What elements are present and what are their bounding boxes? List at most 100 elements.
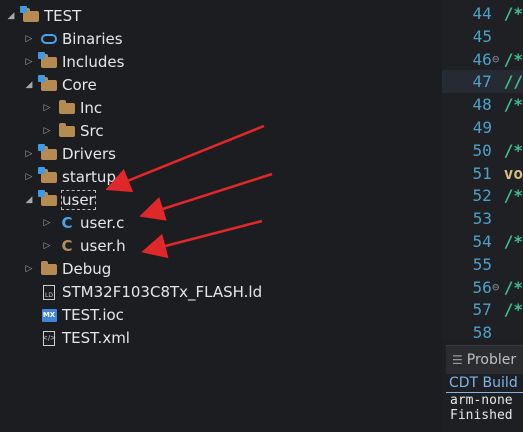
- code-text: /*: [503, 300, 523, 320]
- console-title: CDT Build: [446, 373, 523, 393]
- code-text: /*: [503, 140, 523, 160]
- chevron-right-icon[interactable]: ▷: [24, 57, 34, 67]
- line-number: 45: [472, 26, 492, 46]
- code-text: //: [503, 72, 523, 92]
- tree-item-label: Debug: [62, 260, 112, 278]
- code-text: /*: [503, 4, 523, 23]
- c-header-file-icon: C: [61, 237, 73, 255]
- tree-item-startup[interactable]: ▷ startup: [24, 166, 116, 188]
- code-text: /*: [503, 277, 523, 297]
- chevron-right-icon[interactable]: ▷: [24, 264, 34, 274]
- console-line: Finished: [450, 408, 513, 423]
- chevron-right-icon[interactable]: ▷: [42, 218, 52, 228]
- line-number: 58: [472, 323, 492, 343]
- source-folder-icon: [38, 74, 58, 92]
- code-text: /*: [503, 186, 523, 206]
- tree-item-test[interactable]: ◢ TEST: [6, 5, 81, 27]
- tree-item-label: STM32F103C8Tx_FLASH.ld: [62, 283, 263, 301]
- source-folder-icon: [38, 189, 58, 207]
- chevron-down-icon[interactable]: ◢: [24, 195, 34, 205]
- problems-icon: ☰: [452, 353, 463, 367]
- tree-item-core[interactable]: ◢ Core: [24, 74, 97, 96]
- tree-item-label: Core: [62, 76, 97, 94]
- chevron-right-icon[interactable]: ▷: [42, 241, 52, 251]
- tree-item-label: Drivers: [62, 145, 116, 163]
- chevron-right-icon[interactable]: ▷: [42, 103, 52, 113]
- console-output[interactable]: arm-none Finished: [446, 393, 523, 432]
- tree-item-label: Includes: [62, 53, 125, 71]
- code-text: /*: [503, 49, 523, 69]
- tree-item-binaries[interactable]: ▷ Binaries: [24, 28, 123, 50]
- tree-item-label: user: [61, 190, 96, 210]
- line-number: 46: [472, 49, 492, 69]
- tree-item-stm32f103c8tx-flash-ld[interactable]: LD STM32F103C8Tx_FLASH.ld: [24, 281, 262, 303]
- mx-file-icon: MX: [40, 308, 58, 322]
- editor-line[interactable]: 46 ⊖/*: [442, 48, 523, 71]
- tree-item-test-ioc[interactable]: MX TEST.ioc: [24, 304, 124, 326]
- line-number: 48: [472, 95, 492, 115]
- fold-toggle-icon[interactable]: ⊖: [492, 280, 500, 294]
- line-number: 51: [472, 163, 492, 183]
- editor-line[interactable]: 49: [442, 116, 523, 139]
- code-text: /*: [503, 95, 523, 115]
- tree-item-inc[interactable]: ▷ Inc: [42, 97, 103, 119]
- editor-line[interactable]: 52 /*: [442, 184, 523, 207]
- tree-item-label: Inc: [80, 99, 103, 117]
- editor-line[interactable]: 50 /*: [442, 139, 523, 162]
- problems-tab[interactable]: ☰ Probler: [446, 345, 523, 374]
- tree-item-src[interactable]: ▷ Src: [42, 120, 104, 142]
- linker-script-icon: LD: [40, 284, 58, 300]
- line-number: 47: [472, 72, 492, 92]
- chevron-down-icon[interactable]: ◢: [6, 11, 16, 21]
- editor-line[interactable]: 45: [442, 25, 523, 48]
- line-number: 44: [472, 4, 492, 23]
- code-text: vo: [503, 163, 523, 183]
- code-editor[interactable]: 44/* 45 46 ⊖/* 47//48/* 49 50/* 51 vo 52/* 53 54/* 5…: [442, 0, 523, 342]
- tree-item-drivers[interactable]: ▷ Drivers: [24, 143, 116, 165]
- editor-line[interactable]: 58: [442, 321, 523, 344]
- source-folder-icon: [38, 143, 58, 161]
- tree-item-user-h[interactable]: ▷ Cuser.h: [42, 235, 126, 257]
- line-number: 55: [472, 254, 492, 274]
- tree-item-label: user.c: [80, 214, 125, 232]
- editor-line[interactable]: 56 ⊖/*: [442, 276, 523, 299]
- tree-item-label: user.h: [80, 237, 126, 255]
- editor-line[interactable]: 53: [442, 207, 523, 230]
- chevron-right-icon[interactable]: ▷: [24, 34, 34, 44]
- line-number: 57: [472, 300, 492, 320]
- editor-line[interactable]: 47 //: [442, 70, 523, 94]
- editor-line[interactable]: 57 /*: [442, 298, 523, 321]
- chevron-right-icon[interactable]: ▷: [24, 149, 34, 159]
- editor-line[interactable]: 54 /*: [442, 230, 523, 253]
- tree-item-label: startup: [62, 168, 116, 186]
- editor-line[interactable]: 44 /*: [442, 2, 523, 25]
- console-line: arm-none: [450, 393, 513, 408]
- folder-icon: [58, 122, 76, 138]
- source-folder-icon: [38, 166, 58, 184]
- tree-item-label: Binaries: [62, 30, 123, 48]
- tree-item-debug[interactable]: ▷ Debug: [24, 258, 112, 280]
- tree-item-test-xml[interactable]: </> TEST.xml: [24, 327, 130, 349]
- editor-line[interactable]: 48 /*: [442, 93, 523, 116]
- tree-item-label: TEST.xml: [62, 329, 130, 347]
- chevron-right-icon[interactable]: ▷: [24, 172, 34, 182]
- line-number: 53: [472, 209, 492, 229]
- tree-item-user-c[interactable]: ▷ Cuser.c: [42, 212, 125, 234]
- includes-folder-icon: [38, 51, 58, 69]
- chevron-right-icon[interactable]: ▷: [42, 126, 52, 136]
- editor-line[interactable]: 51 vo: [442, 162, 523, 185]
- tree-item-label: Src: [80, 122, 104, 140]
- chevron-down-icon[interactable]: ◢: [24, 80, 34, 90]
- code-text: /*: [503, 232, 523, 251]
- project-folder-icon: [20, 5, 40, 23]
- line-number: 49: [472, 118, 492, 137]
- folder-icon: [58, 99, 76, 115]
- tree-item-label: TEST.ioc: [62, 306, 124, 324]
- tree-item-label: TEST: [44, 7, 82, 25]
- fold-toggle-icon[interactable]: ⊖: [492, 52, 500, 66]
- editor-line[interactable]: 55: [442, 253, 523, 276]
- line-number: 50: [472, 140, 492, 160]
- folder-icon: [40, 260, 58, 276]
- tree-item-user[interactable]: ◢ user: [24, 189, 96, 211]
- tree-item-includes[interactable]: ▷ Includes: [24, 51, 124, 73]
